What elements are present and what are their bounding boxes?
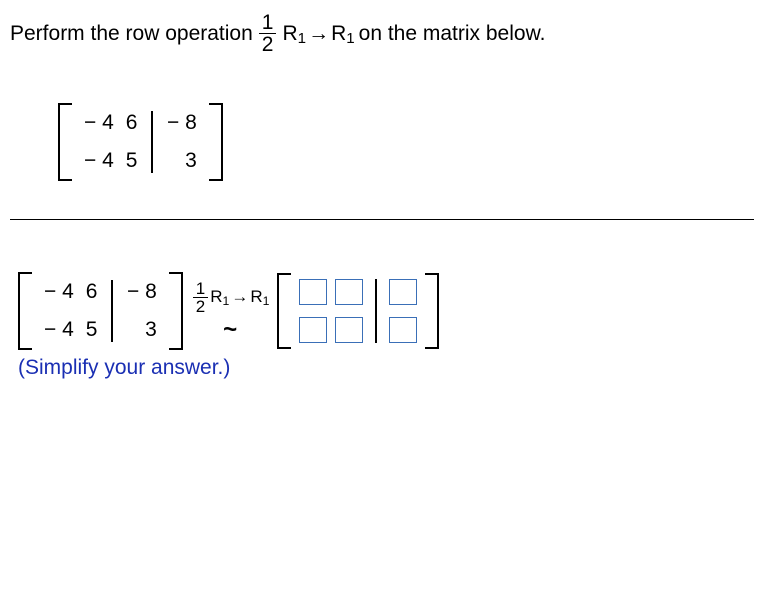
cell-r2c2: 5: [86, 318, 98, 342]
cell-r2c2: 5: [126, 149, 138, 173]
answer-left-matrix: − 4 − 4 6 5 − 8 3: [18, 272, 183, 350]
cell-r1c2: 6: [86, 280, 98, 304]
cell-r1c3: − 8: [167, 111, 197, 135]
augment-bar: [151, 111, 153, 173]
bracket-right-icon: [425, 273, 439, 349]
cell-r2c1: − 4: [84, 149, 114, 173]
fraction-one-half-icon: 1 2: [193, 280, 208, 315]
input-r2c3[interactable]: [389, 317, 417, 343]
question-text: Perform the row operation 1 2 R1 → R1 on…: [10, 12, 754, 55]
simplify-note: (Simplify your answer.): [18, 356, 754, 380]
bracket-right-icon: [209, 103, 223, 181]
input-r1c3[interactable]: [389, 279, 417, 305]
answer-input-matrix: [277, 273, 439, 349]
input-r2c2[interactable]: [335, 317, 363, 343]
bracket-left-icon: [18, 272, 32, 350]
cell-r2c3: 3: [145, 318, 157, 342]
question-pre: Perform the row operation: [10, 22, 253, 46]
cell-r1c1: − 4: [84, 111, 114, 135]
cell-r1c3: − 8: [127, 280, 157, 304]
cell-r2c3: 3: [185, 149, 197, 173]
question-post: on the matrix below.: [359, 22, 546, 46]
cell-r1c2: 6: [126, 111, 138, 135]
separator: [10, 219, 754, 220]
given-matrix: − 4 − 4 6 5 − 8 3: [58, 87, 754, 181]
input-r1c1[interactable]: [299, 279, 327, 305]
bracket-left-icon: [277, 273, 291, 349]
fraction-one-half: 1 2: [259, 12, 277, 55]
cell-r2c1: − 4: [44, 318, 74, 342]
augment-bar: [375, 279, 377, 343]
tilde-icon: ~: [223, 317, 237, 342]
bracket-right-icon: [169, 272, 183, 350]
cell-r1c1: − 4: [44, 280, 74, 304]
answer-row: − 4 − 4 6 5 − 8 3: [18, 272, 754, 350]
augment-bar: [111, 280, 113, 342]
input-r2c1[interactable]: [299, 317, 327, 343]
input-r1c2[interactable]: [335, 279, 363, 305]
bracket-left-icon: [58, 103, 72, 181]
row-operation-expr: R1 → R1: [282, 22, 354, 46]
row-op-over-tilde: 1 2 R1 → R1 ~: [191, 280, 270, 342]
